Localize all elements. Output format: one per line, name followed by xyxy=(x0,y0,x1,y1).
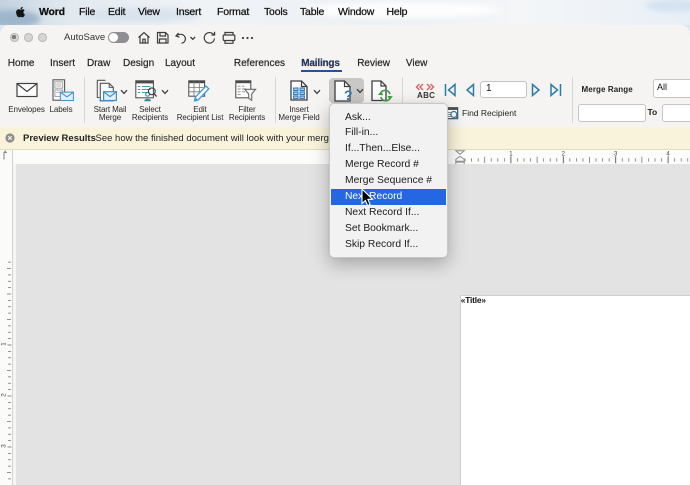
svg-text:3: 3 xyxy=(1,444,8,448)
svg-text:1: 1 xyxy=(1,342,8,346)
svg-text:2: 2 xyxy=(1,393,8,397)
